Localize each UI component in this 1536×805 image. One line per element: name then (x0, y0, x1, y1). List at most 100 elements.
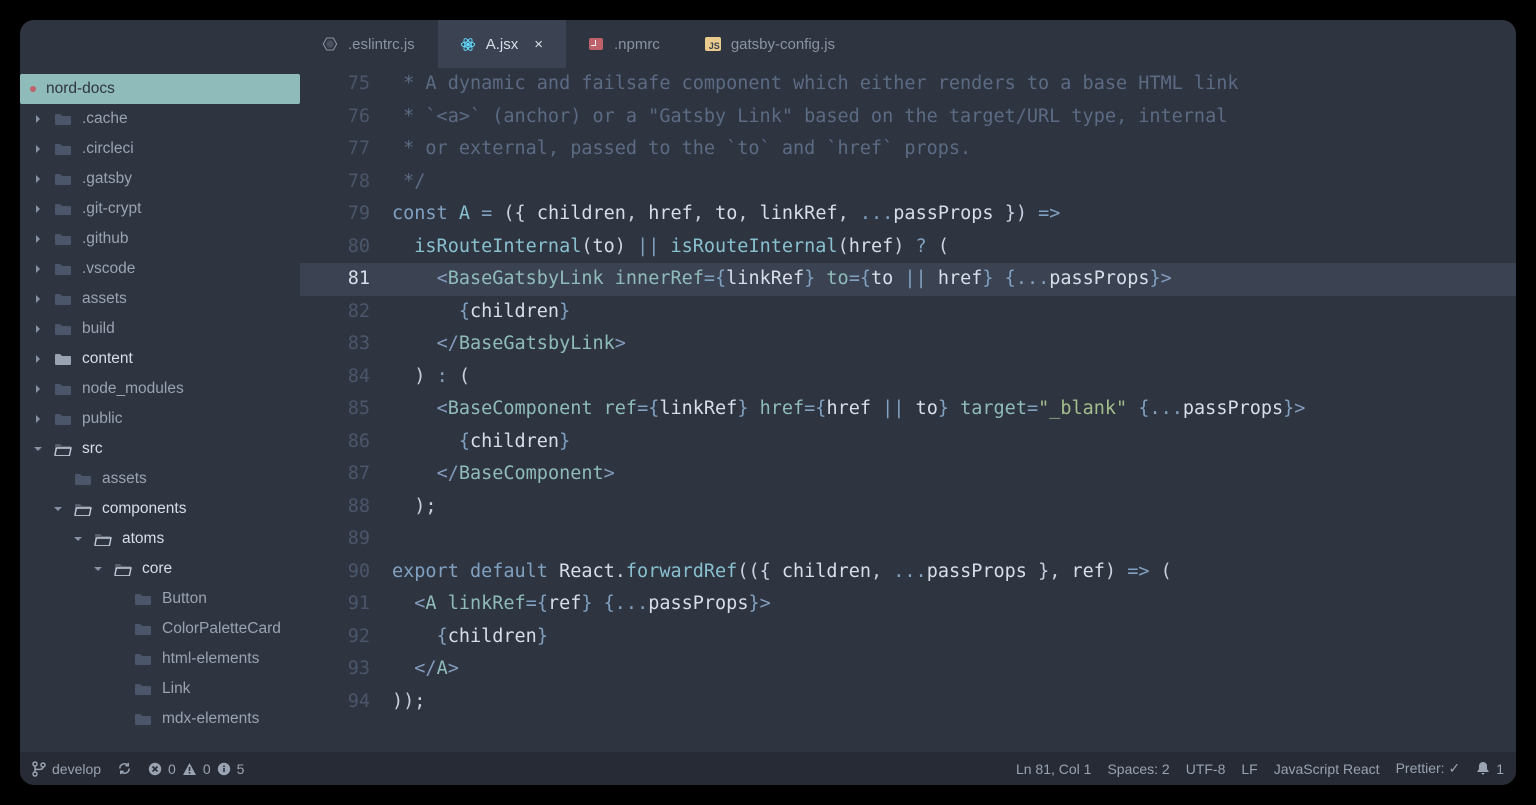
tree-label: assets (82, 290, 127, 308)
code-line[interactable]: 92 {children} (300, 621, 1516, 654)
line-number: 80 (300, 231, 392, 264)
tree-item-assets[interactable]: assets (20, 284, 300, 314)
chevron-icon (32, 384, 44, 394)
chevron-icon (92, 564, 104, 574)
npm-file-icon (588, 36, 604, 52)
code-content: export default React.forwardRef(({ child… (392, 556, 1516, 589)
line-number: 94 (300, 686, 392, 719)
tree-item-build[interactable]: build (20, 314, 300, 344)
code-line[interactable]: 75 * A dynamic and failsafe component wh… (300, 68, 1516, 101)
tab--eslintrc-js[interactable]: .eslintrc.js (300, 20, 438, 68)
notifications[interactable]: 1 (1476, 761, 1504, 777)
folder-icon (54, 321, 72, 337)
tree-label: .git-crypt (82, 200, 141, 218)
code-line[interactable]: 89 (300, 523, 1516, 556)
git-branch[interactable]: develop (32, 761, 101, 777)
tree-item--cache[interactable]: .cache (20, 104, 300, 134)
code-line[interactable]: 76 * `<a>` (anchor) or a "Gatsby Link" b… (300, 101, 1516, 134)
bell-icon (1476, 761, 1490, 776)
tree-item-html-elements[interactable]: html-elements (20, 644, 300, 674)
tree-item--git-crypt[interactable]: .git-crypt (20, 194, 300, 224)
code-line[interactable]: 84 ) : ( (300, 361, 1516, 394)
tree-item-link[interactable]: Link (20, 674, 300, 704)
code-line[interactable]: 78 */ (300, 166, 1516, 199)
code-editor[interactable]: 75 * A dynamic and failsafe component wh… (300, 68, 1516, 752)
line-number: 89 (300, 523, 392, 556)
tab-label: .eslintrc.js (348, 36, 415, 53)
code-content: <BaseGatsbyLink innerRef={linkRef} to={t… (392, 263, 1516, 296)
modified-dot-icon (30, 86, 36, 92)
cursor-position[interactable]: Ln 81, Col 1 (1016, 761, 1092, 777)
line-number: 84 (300, 361, 392, 394)
sync-button[interactable] (117, 761, 132, 776)
code-line[interactable]: 79const A = ({ children, href, to, linkR… (300, 198, 1516, 231)
code-content: </BaseComponent> (392, 458, 1516, 491)
code-line[interactable]: 91 <A linkRef={ref} {...passProps}> (300, 588, 1516, 621)
tree-item-src[interactable]: src (20, 434, 300, 464)
tree-item-node-modules[interactable]: node_modules (20, 374, 300, 404)
tree-item-mdx-elements[interactable]: mdx-elements (20, 704, 300, 734)
language-mode[interactable]: JavaScript React (1274, 761, 1380, 777)
tree-item--circleci[interactable]: .circleci (20, 134, 300, 164)
line-number: 79 (300, 198, 392, 231)
tree-item-colorpalettecard[interactable]: ColorPaletteCard (20, 614, 300, 644)
tab-a-jsx[interactable]: A.jsx× (438, 20, 566, 68)
tree-item-content[interactable]: content (20, 344, 300, 374)
chevron-icon (32, 324, 44, 334)
tab-label: .npmrc (614, 36, 660, 53)
tab-label: gatsby-config.js (731, 36, 835, 53)
tree-item-assets[interactable]: assets (20, 464, 300, 494)
tree-item-button[interactable]: Button (20, 584, 300, 614)
tree-item-atoms[interactable]: atoms (20, 524, 300, 554)
prettier-status[interactable]: Prettier: ✓ (1396, 760, 1461, 777)
line-number: 85 (300, 393, 392, 426)
code-line[interactable]: 80 isRouteInternal(to) || isRouteInterna… (300, 231, 1516, 264)
eol[interactable]: LF (1241, 761, 1257, 777)
indentation[interactable]: Spaces: 2 (1107, 761, 1169, 777)
encoding[interactable]: UTF-8 (1186, 761, 1226, 777)
code-line[interactable]: 90export default React.forwardRef(({ chi… (300, 556, 1516, 589)
code-content: ); (392, 491, 1516, 524)
folder-icon (134, 711, 152, 727)
tree-label: build (82, 320, 115, 338)
close-tab-icon[interactable]: × (534, 36, 543, 53)
code-line[interactable]: 81 <BaseGatsbyLink innerRef={linkRef} to… (300, 263, 1516, 296)
tab--npmrc[interactable]: .npmrc (566, 20, 683, 68)
tab-gatsby-config-js[interactable]: JSgatsby-config.js (683, 20, 858, 68)
tree-item--gatsby[interactable]: .gatsby (20, 164, 300, 194)
explorer-root[interactable]: nord-docs (20, 74, 300, 104)
code-line[interactable]: 77 * or external, passed to the `to` and… (300, 133, 1516, 166)
tree-label: public (82, 410, 123, 428)
tree-item-public[interactable]: public (20, 404, 300, 434)
tree-item-core[interactable]: core (20, 554, 300, 584)
folder-icon (54, 141, 72, 157)
editor-tabs: .eslintrc.js A.jsx× .npmrc JSgatsby-config.… (300, 20, 1516, 68)
code-line[interactable]: 93 </A> (300, 653, 1516, 686)
chevron-icon (32, 294, 44, 304)
line-number: 82 (300, 296, 392, 329)
code-line[interactable]: 94)); (300, 686, 1516, 719)
tree-label: components (102, 500, 186, 518)
code-line[interactable]: 85 <BaseComponent ref={linkRef} href={hr… (300, 393, 1516, 426)
code-line[interactable]: 88 ); (300, 491, 1516, 524)
problems[interactable]: 0 0 5 (148, 761, 244, 777)
code-content (392, 523, 1516, 556)
tree-label: .gatsby (82, 170, 132, 188)
code-line[interactable]: 86 {children} (300, 426, 1516, 459)
chevron-icon (32, 414, 44, 424)
code-line[interactable]: 82 {children} (300, 296, 1516, 329)
tree-item-components[interactable]: components (20, 494, 300, 524)
code-content: * A dynamic and failsafe component which… (392, 68, 1516, 101)
tree-item--vscode[interactable]: .vscode (20, 254, 300, 284)
folder-icon (54, 231, 72, 247)
chevron-icon (32, 234, 44, 244)
tree-item--github[interactable]: .github (20, 224, 300, 254)
tree-label: src (82, 440, 103, 458)
tree-label: .github (82, 230, 129, 248)
code-line[interactable]: 87 </BaseComponent> (300, 458, 1516, 491)
chevron-icon (32, 144, 44, 154)
line-number: 92 (300, 621, 392, 654)
tree-label: mdx-elements (162, 710, 259, 728)
status-bar: develop 0 0 5 Ln 81, Col 1 Spaces: 2 UTF… (20, 752, 1516, 785)
code-line[interactable]: 83 </BaseGatsbyLink> (300, 328, 1516, 361)
